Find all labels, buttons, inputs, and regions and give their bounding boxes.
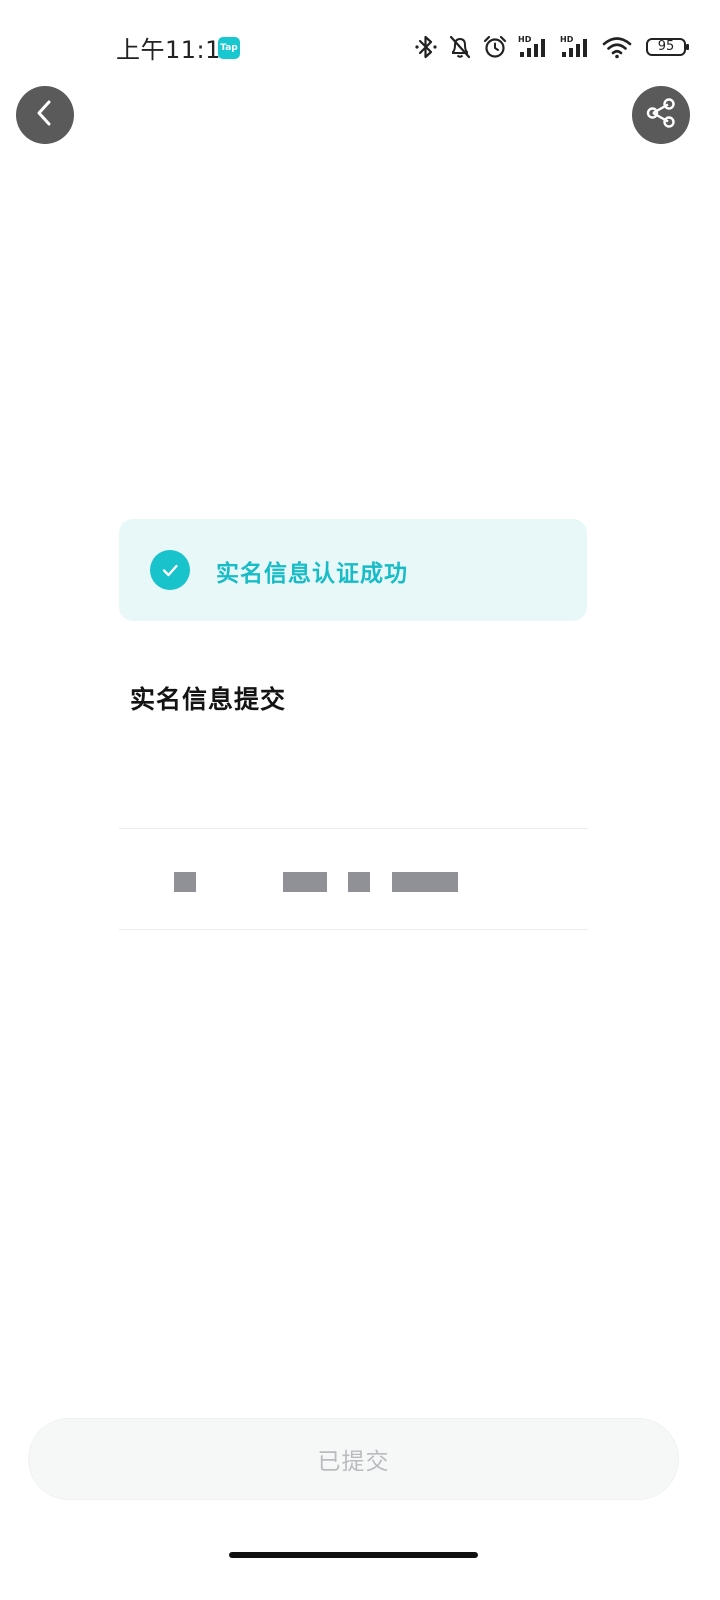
success-banner: 实名信息认证成功: [119, 519, 587, 621]
masked-block: [283, 872, 327, 892]
svg-text:HD: HD: [560, 35, 574, 44]
bell-muted-icon: [448, 34, 472, 60]
bluetooth-icon: [414, 34, 438, 60]
name-field[interactable]: [119, 740, 588, 829]
tap-app-icon: Tap: [218, 37, 240, 59]
svg-text:HD: HD: [518, 35, 532, 44]
back-button[interactable]: [16, 86, 74, 144]
wifi-icon: [602, 34, 632, 60]
status-bar: 上午11:10 Tap HD HD 95: [0, 0, 720, 90]
signal-hd-icon: HD: [560, 34, 592, 60]
battery-icon: 95: [646, 38, 689, 56]
submitted-button[interactable]: 已提交: [28, 1418, 679, 1500]
masked-block: [392, 872, 458, 892]
check-circle-icon: [150, 550, 190, 590]
success-message: 实名信息认证成功: [216, 561, 408, 587]
alarm-icon: [482, 34, 508, 60]
masked-block: [174, 872, 196, 892]
section-title: 实名信息提交: [130, 685, 287, 714]
signal-hd-icon: HD: [518, 34, 550, 60]
masked-block: [348, 872, 370, 892]
status-icons: HD HD 95: [414, 34, 689, 60]
share-icon: [644, 96, 678, 134]
share-button[interactable]: [632, 86, 690, 144]
chevron-left-icon: [32, 98, 58, 132]
home-indicator[interactable]: [229, 1552, 478, 1558]
id-number-field[interactable]: [119, 829, 588, 930]
